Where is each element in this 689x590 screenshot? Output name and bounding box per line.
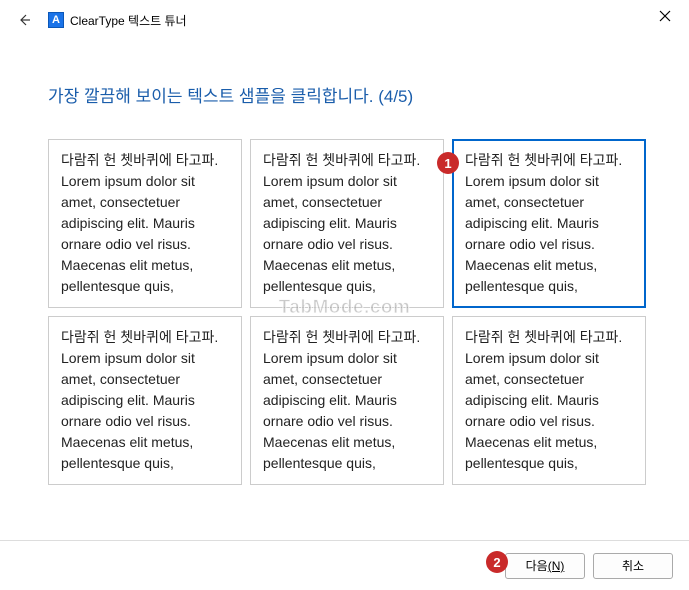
next-button-hotkey: (N) (548, 559, 565, 573)
text-sample-6[interactable]: 다람쥐 헌 쳇바퀴에 타고파. Lorem ipsum dolor sit am… (452, 316, 646, 485)
text-sample-5[interactable]: 다람쥐 헌 쳇바퀴에 타고파. Lorem ipsum dolor sit am… (250, 316, 444, 485)
app-icon: A (48, 12, 64, 28)
annotation-marker-2: 2 (486, 551, 508, 573)
annotation-marker-1: 1 (437, 152, 459, 174)
cancel-button[interactable]: 취소 (593, 553, 673, 579)
titlebar: A ClearType 텍스트 튜너 (0, 0, 689, 40)
content-area: 가장 깔끔해 보이는 텍스트 샘플을 클릭합니다. (4/5) 다람쥐 헌 쳇바… (0, 40, 689, 485)
close-icon (659, 10, 671, 22)
text-sample-3[interactable]: 다람쥐 헌 쳇바퀴에 타고파. Lorem ipsum dolor sit am… (452, 139, 646, 308)
back-button[interactable] (12, 8, 36, 32)
text-sample-4[interactable]: 다람쥐 헌 쳇바퀴에 타고파. Lorem ipsum dolor sit am… (48, 316, 242, 485)
text-sample-1[interactable]: 다람쥐 헌 쳇바퀴에 타고파. Lorem ipsum dolor sit am… (48, 139, 242, 308)
next-button-label: 다음 (526, 559, 548, 573)
footer-bar: 다음(N) 취소 (0, 540, 689, 590)
arrow-left-icon (16, 12, 32, 28)
text-sample-2[interactable]: 다람쥐 헌 쳇바퀴에 타고파. Lorem ipsum dolor sit am… (250, 139, 444, 308)
window-title: ClearType 텍스트 튜너 (70, 12, 187, 29)
sample-grid: 다람쥐 헌 쳇바퀴에 타고파. Lorem ipsum dolor sit am… (48, 139, 646, 485)
next-button[interactable]: 다음(N) (505, 553, 585, 579)
page-heading: 가장 깔끔해 보이는 텍스트 샘플을 클릭합니다. (4/5) (48, 82, 641, 107)
close-button[interactable] (649, 4, 681, 28)
